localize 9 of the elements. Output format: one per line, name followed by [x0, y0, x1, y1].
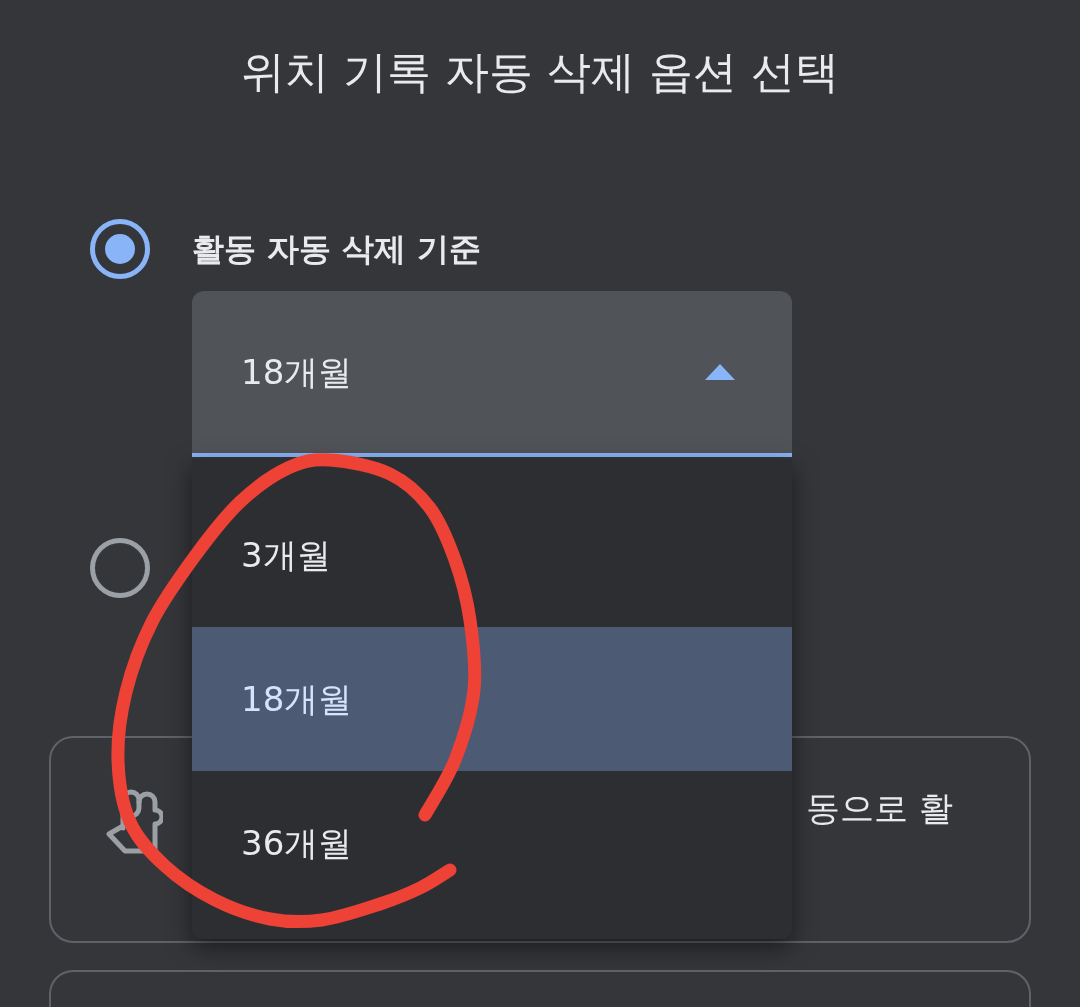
- radio-button[interactable]: [90, 219, 150, 279]
- radio-button[interactable]: [90, 538, 150, 598]
- menu-item[interactable]: 36개월: [192, 771, 792, 915]
- menu-item[interactable]: 18개월: [192, 627, 792, 771]
- dropdown-field[interactable]: 18개월: [192, 291, 792, 457]
- menu-item[interactable]: 3개월: [192, 483, 792, 627]
- card-text: 동으로 활: [806, 788, 953, 829]
- page-title: 위치 기록 자동 삭제 옵션 선택: [241, 45, 839, 99]
- radio-label: 활동 자동 삭제 기준: [192, 229, 482, 270]
